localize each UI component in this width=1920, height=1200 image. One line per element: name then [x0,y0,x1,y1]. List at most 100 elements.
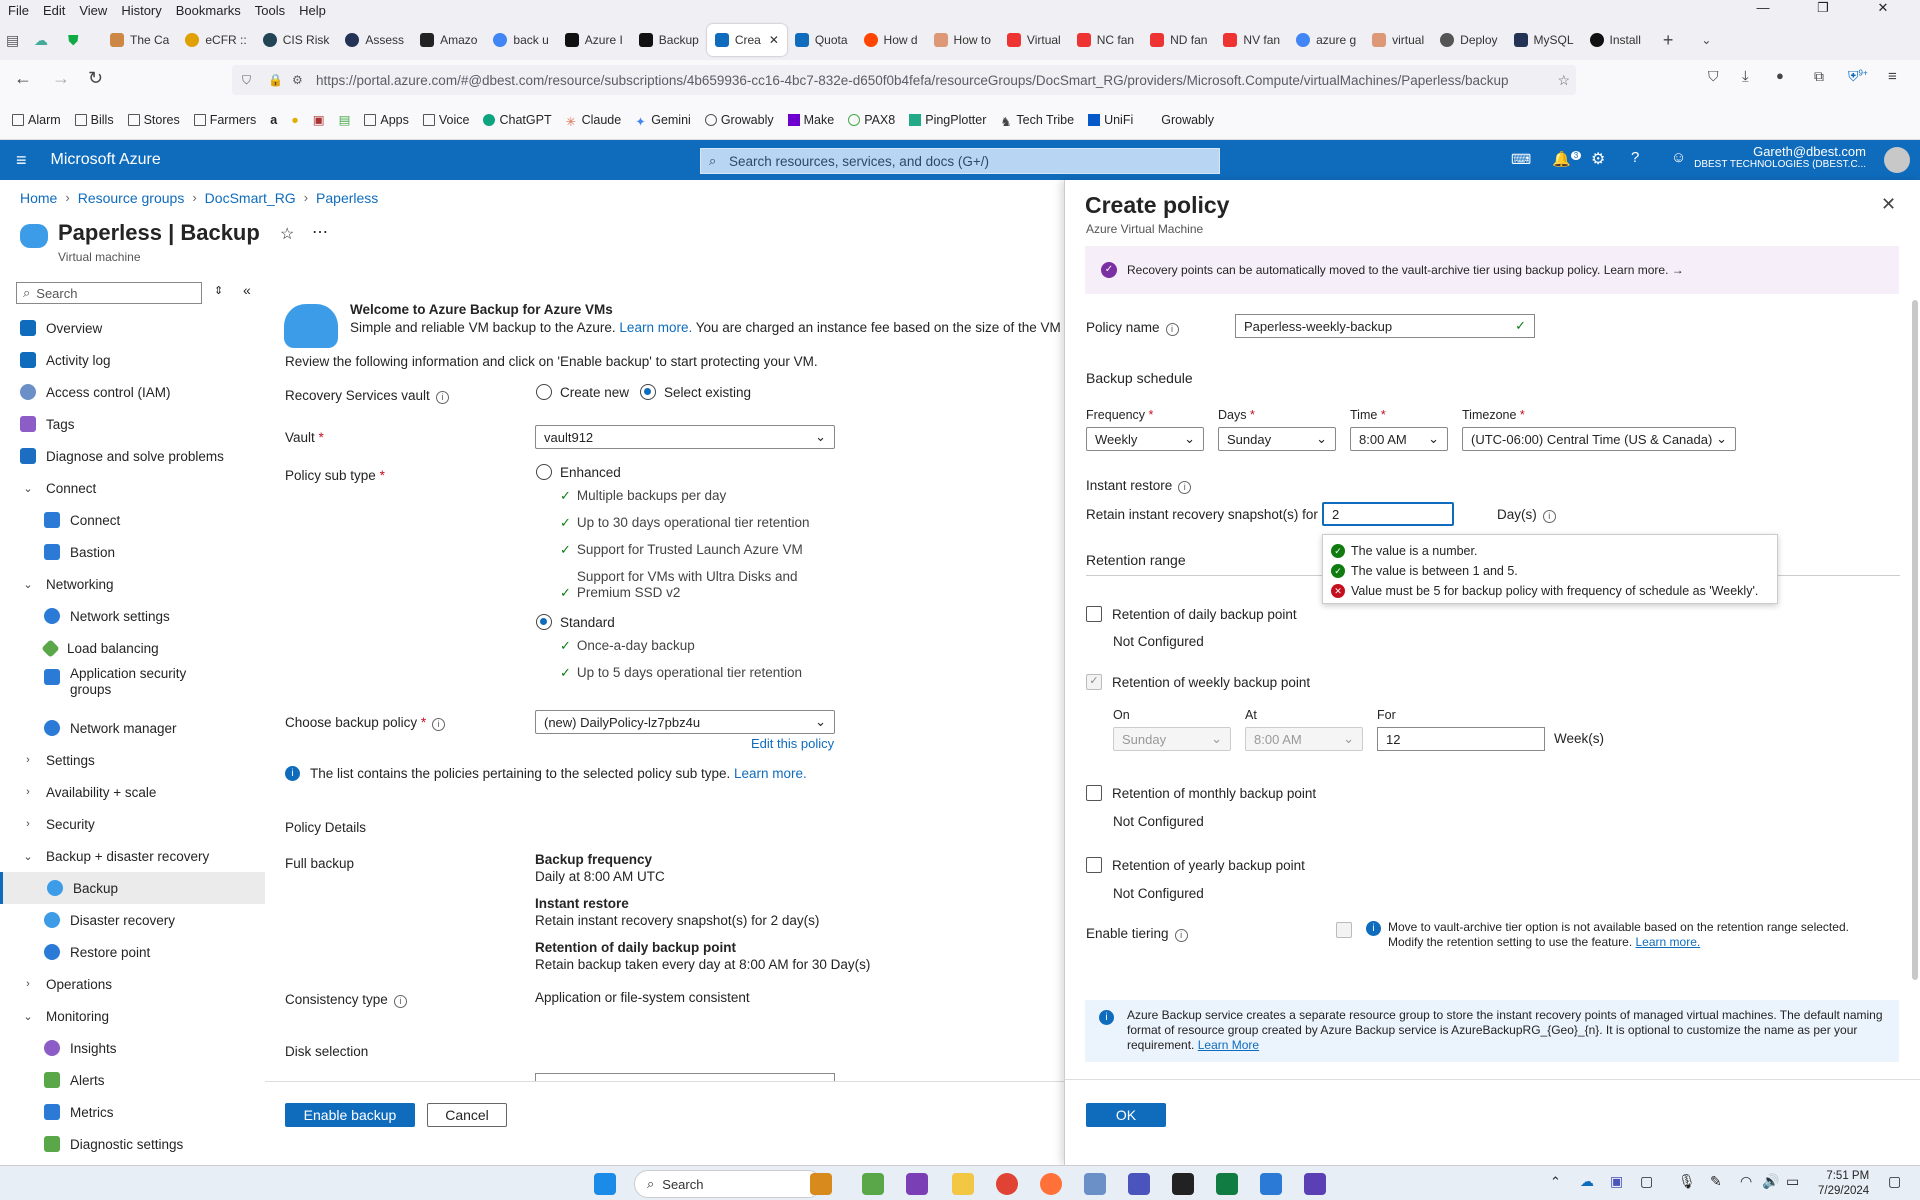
time-dropdown[interactable]: 8:00 AM ⌄ [1350,427,1448,451]
tiering-learn-more-link[interactable]: Learn more. [1636,935,1701,949]
app-icon[interactable] [862,1173,884,1195]
retain-days-input[interactable]: 2 [1322,502,1454,526]
minimize-icon[interactable]: — [1740,0,1786,16]
breadcrumb-resource-groups[interactable]: Resource groups [78,190,185,206]
weekly-time-dropdown[interactable]: 8:00 AM ⌄ [1245,727,1363,751]
menu-help[interactable]: Help [299,3,326,18]
nav-disaster-recovery[interactable]: Disaster recovery [0,904,265,936]
bookmark-folder[interactable]: Stores [127,113,180,127]
taskbar-search[interactable]: ⌕ Search [634,1170,822,1198]
hamburger-menu-icon[interactable]: ≡ [16,150,27,171]
browser-tab[interactable]: NV fan [1215,24,1288,56]
yearly-retention-checkbox[interactable]: Retention of yearly backup point [1086,857,1305,873]
tiering-checkbox[interactable] [1336,922,1352,938]
collapse-menu-icon[interactable]: « [243,282,251,298]
edit-policy-link[interactable]: Edit this policy [751,736,834,751]
extension-icon[interactable]: ☁ [34,32,68,49]
forward-icon[interactable]: → [52,68,70,89]
nav-backup-dr-group[interactable]: ⌄ Backup + disaster recovery [0,840,265,872]
info-icon[interactable]: i [1174,929,1188,942]
nav-diagnose[interactable]: Diagnose and solve problems [0,440,265,472]
browser-tab[interactable]: Amazo [412,24,485,56]
browser-tab[interactable]: Quota [787,24,856,56]
settings-gear-icon[interactable]: ⚙ [1591,149,1605,169]
app-icon[interactable] [810,1173,832,1195]
wifi-icon[interactable]: ◠ [1740,1173,1752,1190]
downloads-icon[interactable]: ⤓ [1742,68,1749,85]
notifications-icon[interactable]: 🔔 3 [1552,150,1582,168]
pen-icon[interactable]: ✎ [1710,1173,1722,1190]
browser-tab[interactable]: How to [926,24,999,56]
app-icon[interactable] [1084,1173,1106,1195]
extensions-icon[interactable]: ⧉ [1814,68,1824,85]
bookmark-gemini[interactable]: ✦ Gemini [635,113,691,129]
reload-icon[interactable]: ↻ [88,68,103,89]
help-icon[interactable]: ? [1631,149,1639,166]
select-existing-radio[interactable]: Select existing [640,384,751,400]
file-explorer-icon[interactable] [952,1173,974,1195]
learn-more-link[interactable]: Learn more. [734,766,807,781]
firefox-icon[interactable] [1040,1173,1062,1195]
chevron-up-icon[interactable]: ⌃ [1550,1174,1561,1190]
info-icon[interactable]: i [1542,510,1556,523]
teams-tray-icon[interactable]: ▣ [1610,1173,1623,1190]
excel-icon[interactable] [1216,1173,1238,1195]
weekly-day-dropdown[interactable]: Sunday ⌄ [1113,727,1231,751]
sidebar-toggle-icon[interactable]: ▤ [6,32,34,49]
nav-bastion[interactable]: Bastion [0,536,265,568]
onenote-icon[interactable] [906,1173,928,1195]
bookmark-folder[interactable]: Alarm [12,113,61,127]
weekly-count-input[interactable]: 12 [1377,727,1545,751]
back-icon[interactable]: ← [14,68,32,89]
learn-more-link[interactable]: Learn more. [619,320,692,335]
nav-diagnostic-settings[interactable]: Diagnostic settings [0,1128,265,1160]
breadcrumb-paperless[interactable]: Paperless [316,190,378,206]
bookmark-folder[interactable]: Apps [364,113,409,127]
nav-metrics[interactable]: Metrics [0,1096,265,1128]
menu-bookmarks[interactable]: Bookmarks [176,3,241,18]
cancel-button[interactable]: Cancel [427,1103,507,1127]
pocket-icon[interactable]: ⛉ [1708,68,1719,85]
shield-icon[interactable]: ⛊ [68,32,102,49]
tab-list-icon[interactable]: ⌄ [1701,33,1711,47]
info-icon[interactable]: i [1165,323,1179,336]
standard-radio[interactable]: Standard [536,614,615,630]
menu-file[interactable]: File [8,3,29,18]
lock-icon[interactable]: 🔒 [268,73,283,87]
app-icon[interactable] [1260,1173,1282,1195]
nav-connect[interactable]: Connect [0,504,265,536]
tray-icon[interactable]: ▢ [1640,1173,1653,1190]
banner-learn-more-link[interactable]: Learn more. [1604,263,1669,277]
bookmark-growably-2[interactable]: Growably [1161,113,1214,127]
browser-tab[interactable]: Azure I [557,24,631,56]
azure-brand[interactable]: Microsoft Azure [51,151,161,169]
bookmark-icon[interactable]: ▣ [313,112,325,127]
menu-view[interactable]: View [79,3,107,18]
chrome-icon[interactable] [996,1173,1018,1195]
nav-load-balancing[interactable]: Load balancing [0,632,265,664]
info-icon[interactable]: i [435,391,449,404]
nav-availability-group[interactable]: › Availability + scale [0,776,265,808]
browser-tab[interactable]: NC fan [1069,24,1142,56]
nav-tags[interactable]: Tags [0,408,265,440]
nav-networking-group[interactable]: ⌄ Networking [0,568,265,600]
url-bar[interactable]: ⛉ 🔒 ⚙ https://portal.azure.com/#@dbest.c… [232,65,1576,95]
daily-retention-checkbox[interactable]: Retention of daily backup point [1086,606,1297,622]
panel-scrollbar[interactable] [1912,300,1918,980]
notification-center-icon[interactable]: ▢ [1888,1173,1901,1190]
new-tab-icon[interactable]: + [1663,30,1674,51]
nav-activity-log[interactable]: Activity log [0,344,265,376]
bookmark-pingplotter[interactable]: PingPlotter [909,113,986,127]
browser-tab[interactable]: Install [1582,24,1649,56]
nav-overview[interactable]: Overview [0,312,265,344]
teams-icon[interactable] [1128,1173,1150,1195]
breadcrumb-home[interactable]: Home [20,190,57,206]
start-icon[interactable] [594,1173,616,1195]
monthly-retention-checkbox[interactable]: Retention of monthly backup point [1086,785,1316,801]
bookmark-icon[interactable]: ▤ [339,112,351,127]
frequency-dropdown[interactable]: Weekly ⌄ [1086,427,1204,451]
volume-icon[interactable]: 🔊 [1762,1173,1779,1190]
ok-button[interactable]: OK [1086,1103,1166,1127]
browser-tab[interactable]: back u [485,24,556,56]
bookmark-pax8[interactable]: PAX8 [848,113,895,127]
